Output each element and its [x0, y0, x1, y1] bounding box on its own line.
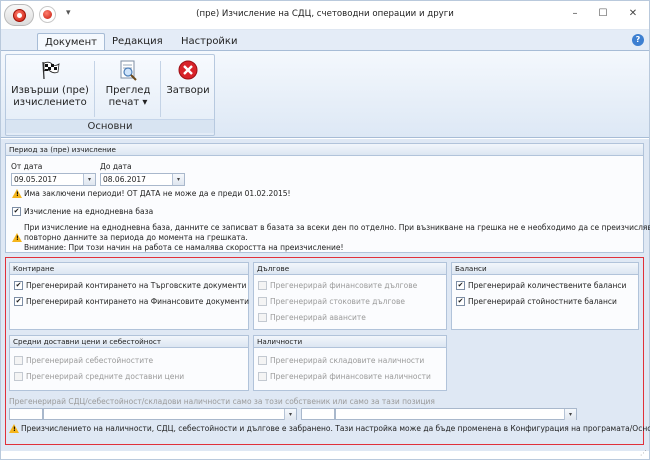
- kontirane-finance-label: Прегенерирай контирането на Финансовите …: [26, 297, 249, 306]
- financial-stock-label: Прегенерирай финансовите наличности: [270, 372, 431, 381]
- kontirane-finance-checkbox[interactable]: ✔: [14, 297, 23, 306]
- debts-financial-checkbox[interactable]: [258, 281, 267, 290]
- kontirane-panel: Контиране ✔ Прегенерирай контирането на …: [9, 262, 249, 330]
- content-area: Период за (пре) изчисление От дата 09.05…: [1, 139, 650, 451]
- daily-base-checkbox[interactable]: ✔: [12, 207, 21, 216]
- period-panel: Период за (пре) изчисление От дата 09.05…: [5, 143, 650, 253]
- debts-goods-checkbox[interactable]: [258, 297, 267, 306]
- execute-button[interactable]: Извърши (пре) изчислението: [9, 57, 91, 109]
- balansi-panel: Баланси ✔ Прегенерирай количествените ба…: [451, 262, 639, 330]
- cost-price-label: Прегенерирай себестойностите: [26, 356, 154, 365]
- owner-code-input[interactable]: [9, 408, 43, 420]
- warehouse-stock-checkbox[interactable]: [258, 356, 267, 365]
- balansi-header: Баланси: [452, 263, 638, 275]
- value-balances-checkbox[interactable]: ✔: [456, 297, 465, 306]
- ribbon-separator: [160, 61, 161, 117]
- daily-base-label: Изчисление на еднодневна база: [24, 207, 154, 216]
- tab-settings[interactable]: Настройки: [174, 33, 244, 51]
- warning-icon: !: [9, 424, 19, 433]
- quantity-balances-checkbox[interactable]: ✔: [456, 281, 465, 290]
- nalichnosti-panel: Наличности Прегенерирай складовите налич…: [253, 335, 447, 391]
- warning-icon: !: [12, 189, 22, 198]
- close-window-button[interactable]: ✕: [619, 5, 647, 23]
- ribbon-group-label: Основни: [6, 119, 214, 133]
- avg-delivery-checkbox[interactable]: [14, 372, 23, 381]
- tab-document[interactable]: Документ: [37, 33, 105, 51]
- cost-price-checkbox[interactable]: [14, 356, 23, 365]
- dalgove-panel: Дългове Прегенерирай финансовите дългове…: [253, 262, 447, 330]
- from-date-input[interactable]: 09.05.2017 ▾: [11, 173, 96, 186]
- warehouse-stock-label: Прегенерирай складовите наличности: [270, 356, 425, 365]
- to-date-value: 08.06.2017: [103, 175, 146, 184]
- execute-label-2: изчислението: [13, 97, 87, 108]
- preview-label-1: Преглед: [105, 85, 151, 96]
- from-date-value: 09.05.2017: [14, 175, 57, 184]
- window-title: (пре) Изчисление на СДЦ, счетоводни опер…: [196, 9, 454, 19]
- warning-icon: !: [12, 233, 22, 242]
- financial-stock-checkbox[interactable]: [258, 372, 267, 381]
- dalgove-header: Дългове: [254, 263, 446, 275]
- chevron-down-icon[interactable]: ▾: [83, 174, 95, 185]
- ribbon-separator: [94, 61, 95, 117]
- nalichnosti-header: Наличности: [254, 336, 446, 348]
- info-line-3: Внимание: При този начин на работа се на…: [24, 243, 344, 252]
- print-preview-button[interactable]: Преглед печат ▾: [100, 57, 156, 109]
- footer-warning: Преизчислението на наличности, СДЦ, себе…: [21, 424, 650, 433]
- help-icon[interactable]: ?: [632, 34, 644, 46]
- ribbon-group-main: Извърши (пре) изчислението Преглед печат…: [5, 54, 215, 136]
- kontirane-trade-label: Прегенерирай контирането на Търговските …: [26, 281, 247, 290]
- chevron-down-icon[interactable]: ▾: [284, 409, 296, 420]
- quantity-balances-label: Прегенерирай количествените баланси: [468, 281, 627, 290]
- close-button[interactable]: Затвори: [163, 57, 213, 97]
- debts-goods-label: Прегенерирай стоковите дългове: [270, 297, 406, 306]
- ribbon-tabs: Документ Редакция Настройки ?: [1, 29, 649, 51]
- debts-financial-label: Прегенерирай финансовите дългове: [270, 281, 418, 290]
- info-line-2: повторно данните за периода до момента н…: [24, 233, 248, 242]
- sredni-panel: Средни доставни цени и себестойност Прег…: [9, 335, 249, 391]
- sredni-header: Средни доставни цени и себестойност: [10, 336, 248, 348]
- title-bar: ▾ (пре) Изчисление на СДЦ, счетоводни оп…: [1, 1, 649, 29]
- close-label: Затвори: [166, 85, 210, 96]
- print-preview-icon: [120, 60, 137, 81]
- ribbon: Извърши (пре) изчислението Преглед печат…: [1, 50, 649, 138]
- to-date-input[interactable]: 08.06.2017 ▾: [100, 173, 185, 186]
- owner-filter-label: Прегенерирай СДЦ/себестойност/складови н…: [9, 397, 435, 406]
- avg-delivery-label: Прегенерирай средните доставни цени: [26, 372, 185, 381]
- checkered-flag-icon: [42, 61, 60, 80]
- tab-edit[interactable]: Редакция: [105, 33, 170, 51]
- kontirane-trade-checkbox[interactable]: ✔: [14, 281, 23, 290]
- chevron-down-icon[interactable]: ▾: [172, 174, 184, 185]
- period-header: Период за (пре) изчисление: [6, 144, 643, 156]
- app-window: ▾ (пре) Изчисление на СДЦ, счетоводни оп…: [0, 0, 650, 460]
- close-icon: [178, 60, 198, 80]
- advances-checkbox[interactable]: [258, 313, 267, 322]
- value-balances-label: Прегенерирай стойностните баланси: [468, 297, 617, 306]
- execute-label-1: Извърши (пре): [11, 85, 89, 96]
- item-code-input[interactable]: [301, 408, 335, 420]
- item-name-select[interactable]: ▾: [335, 408, 577, 420]
- owner-name-select[interactable]: ▾: [43, 408, 297, 420]
- from-date-label: От дата: [11, 162, 43, 171]
- to-date-label: До дата: [100, 162, 132, 171]
- info-line-1: При изчисление на еднодневна база, данни…: [24, 223, 650, 232]
- preview-label-2: печат ▾: [108, 97, 148, 108]
- resize-grip-icon[interactable]: ⋰: [640, 449, 647, 457]
- chevron-down-icon[interactable]: ▾: [564, 409, 576, 420]
- maximize-button[interactable]: ☐: [589, 5, 617, 23]
- kontirane-header: Контиране: [10, 263, 248, 275]
- minimize-button[interactable]: –: [561, 5, 589, 23]
- advances-label: Прегенерирай авансите: [270, 313, 366, 322]
- locked-periods-warning: Има заключени периоди! ОТ ДАТА не може д…: [24, 189, 291, 198]
